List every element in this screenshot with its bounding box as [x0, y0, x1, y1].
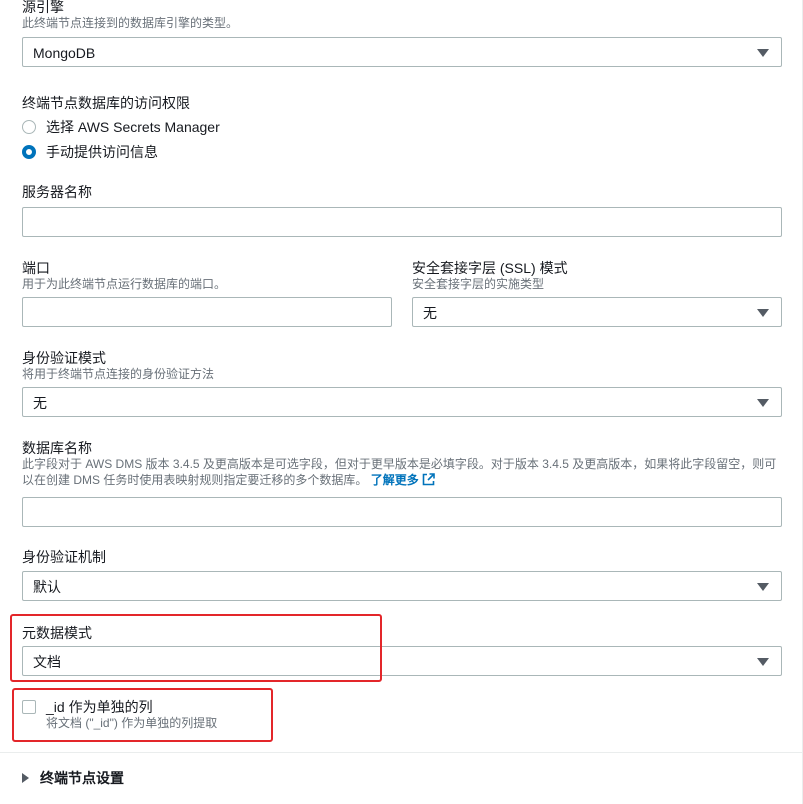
metadata-mode-value: 文档 [33, 654, 61, 670]
learn-more-label: 了解更多 [370, 473, 419, 487]
endpoint-settings-expander[interactable]: 终端节点设置 [22, 768, 124, 788]
source-engine-select[interactable]: MongoDB [22, 37, 782, 67]
id-column-label: _id 作为单独的列 [46, 699, 153, 715]
radio-manual-access[interactable]: 手动提供访问信息 [22, 142, 158, 162]
radio-secrets-manager[interactable]: 选择 AWS Secrets Manager [22, 117, 220, 137]
caret-down-icon [757, 399, 769, 407]
auth-mechanism-select[interactable]: 默认 [22, 571, 782, 601]
caret-down-icon [757, 309, 769, 317]
auth-mechanism-label: 身份验证机制 [22, 549, 106, 565]
source-engine-description: 此终端节点连接到的数据库引擎的类型。 [22, 16, 239, 30]
server-name-label: 服务器名称 [22, 184, 92, 200]
ssl-mode-description: 安全套接字层的实施类型 [412, 277, 545, 291]
database-name-label: 数据库名称 [22, 440, 92, 456]
radio-manual-access-label: 手动提供访问信息 [46, 144, 158, 160]
auth-mode-label: 身份验证模式 [22, 350, 106, 366]
database-name-description-text: 以在创建 DMS 任务时使用表映射规则指定要迁移的多个数据库。 [22, 473, 368, 487]
id-column-description: 将文档 ("_id") 作为单独的列提取 [46, 716, 218, 730]
auth-mode-description: 将用于终端节点连接的身份验证方法 [22, 367, 215, 381]
database-name-description-line1: 此字段对于 AWS DMS 版本 3.4.5 及更高版本是可选字段，但对于更早版… [22, 457, 777, 471]
database-name-input[interactable] [22, 497, 782, 527]
auth-mode-value: 无 [33, 395, 47, 411]
ssl-mode-select[interactable]: 无 [412, 297, 782, 327]
external-link-icon [422, 473, 435, 486]
auth-mode-select[interactable]: 无 [22, 387, 782, 417]
radio-button-selected[interactable] [22, 145, 36, 159]
metadata-mode-select[interactable]: 文档 [22, 646, 782, 676]
server-name-input[interactable] [22, 207, 782, 237]
auth-mechanism-value: 默认 [33, 579, 61, 595]
endpoint-settings-label: 终端节点设置 [40, 770, 124, 786]
section-divider [0, 752, 803, 753]
ssl-mode-label: 安全套接字层 (SSL) 模式 [412, 260, 568, 276]
caret-down-icon [757, 583, 769, 591]
caret-down-icon [757, 658, 769, 666]
ssl-mode-value: 无 [423, 305, 437, 321]
caret-down-icon [757, 49, 769, 57]
port-description: 用于为此终端节点运行数据库的端口。 [22, 277, 227, 291]
source-engine-value: MongoDB [33, 45, 96, 61]
metadata-mode-label: 元数据模式 [22, 625, 92, 641]
port-input[interactable] [22, 297, 392, 327]
id-column-checkbox[interactable] [22, 700, 36, 714]
endpoint-config-form: 源引擎 此终端节点连接到的数据库引擎的类型。 MongoDB 终端节点数据库的访… [0, 0, 803, 804]
database-name-description-line2: 以在创建 DMS 任务时使用表映射规则指定要迁移的多个数据库。 了解更多 [22, 472, 435, 489]
radio-button[interactable] [22, 120, 36, 134]
radio-secrets-manager-label: 选择 AWS Secrets Manager [46, 119, 220, 135]
learn-more-link[interactable]: 了解更多 [371, 473, 435, 487]
access-label: 终端节点数据库的访问权限 [22, 95, 190, 111]
port-label: 端口 [22, 260, 50, 276]
caret-right-icon [22, 773, 29, 783]
source-engine-label: 源引擎 [22, 0, 64, 15]
